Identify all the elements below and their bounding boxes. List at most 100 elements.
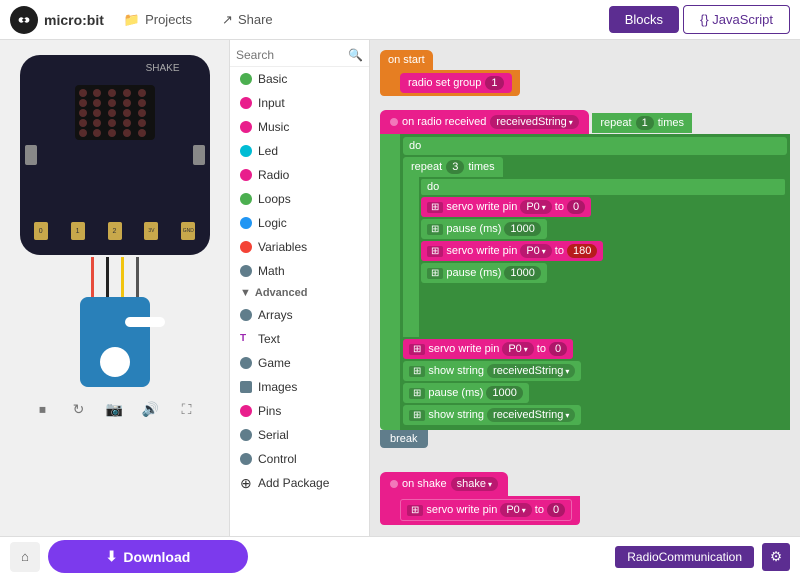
blocks-tab[interactable]: Blocks xyxy=(609,6,679,33)
received-string-dropdown-2[interactable]: receivedString▾ xyxy=(487,408,575,422)
basic-dot xyxy=(240,73,252,85)
led-2-4 xyxy=(123,99,131,107)
toolbox-arrays[interactable]: Arrays xyxy=(230,303,369,327)
pause-1000-block-3[interactable]: ⊞ pause (ms) 1000 xyxy=(403,383,529,403)
servo-write-shake-block[interactable]: ⊞ servo write pin P0▾ to 0 xyxy=(400,499,572,521)
servo-write-after-block[interactable]: ⊞ servo write pin P0▾ to 0 xyxy=(403,339,573,359)
on-shake-stack: on shake shake▾ ⊞ servo write pin P0▾ to… xyxy=(380,472,580,525)
show-string-block-1[interactable]: ⊞ show string receivedString▾ xyxy=(403,361,581,381)
times-label-1: times xyxy=(658,117,684,129)
on-radio-received-stack: on radio received receivedString ▾ repea… xyxy=(380,110,790,448)
control-dot xyxy=(240,453,252,465)
toolbox-radio[interactable]: Radio xyxy=(230,163,369,187)
toolbox-add-package[interactable]: ⊕ Add Package xyxy=(230,471,369,495)
pin-p0-dropdown-4[interactable]: P0▾ xyxy=(500,503,531,517)
break-block[interactable]: break xyxy=(380,430,428,448)
led-2-5 xyxy=(138,99,146,107)
servo-write-180-block[interactable]: ⊞ servo write pin P0▾ to 180 xyxy=(421,241,603,261)
projects-button[interactable]: 📁 Projects xyxy=(114,8,202,32)
code-workspace[interactable]: on start radio set group 1 on radio rece… xyxy=(370,40,800,536)
repeat-3-block[interactable]: repeat 3 times xyxy=(403,157,503,177)
pause-1000-block-2[interactable]: ⊞ pause (ms) 1000 xyxy=(421,263,547,283)
basic-label: Basic xyxy=(258,72,287,86)
to-label-3: to xyxy=(537,343,546,355)
javascript-tab[interactable]: {} JavaScript xyxy=(683,5,790,34)
repeat-1-block[interactable]: repeat 1 times xyxy=(592,113,692,133)
toolbox-images[interactable]: Images xyxy=(230,375,369,399)
stop-button[interactable]: ⏹ xyxy=(29,395,57,423)
led-2-2 xyxy=(93,99,101,107)
toolbox-control[interactable]: Control xyxy=(230,447,369,471)
received-string-dropdown[interactable]: receivedString ▾ xyxy=(490,115,578,129)
logic-label: Logic xyxy=(258,216,287,230)
download-icon: ⬇ xyxy=(106,548,118,565)
on-radio-received-block[interactable]: on radio received receivedString ▾ xyxy=(380,110,589,134)
game-label: Game xyxy=(258,356,291,370)
on-radio-received-label: on radio received xyxy=(402,116,486,128)
servo-write-0-label: servo write pin xyxy=(446,201,517,213)
servo-circle xyxy=(100,347,130,377)
led-5-4 xyxy=(123,129,131,137)
pin-p0-dropdown-3[interactable]: P0▾ xyxy=(502,342,533,356)
pause-label-3: pause (ms) xyxy=(428,387,483,399)
received-string-value: receivedString xyxy=(496,116,566,128)
logo-icon xyxy=(10,6,38,34)
repeat-label: repeat xyxy=(600,117,631,129)
toolbox-advanced[interactable]: ▼ Advanced xyxy=(230,283,369,303)
led-label: Led xyxy=(258,144,278,158)
toolbox-game[interactable]: Game xyxy=(230,351,369,375)
toolbox-basic[interactable]: Basic xyxy=(230,67,369,91)
toolbox-variables[interactable]: Variables xyxy=(230,235,369,259)
toolbox-serial[interactable]: Serial xyxy=(230,423,369,447)
arrays-dot xyxy=(240,309,252,321)
search-input[interactable] xyxy=(236,48,348,62)
pause-1000-block-1[interactable]: ⊞ pause (ms) 1000 xyxy=(421,219,547,239)
led-5-1 xyxy=(79,129,87,137)
repeat-3-inner: do ⊞ servo write pin P0▾ to 0 xyxy=(419,177,787,337)
project-name-tag: RadioCommunication xyxy=(615,546,754,568)
show-string-block-2[interactable]: ⊞ show string receivedString▾ xyxy=(403,405,581,425)
on-shake-block[interactable]: on shake shake▾ xyxy=(380,472,508,496)
dropdown-arrow-icon: ▾ xyxy=(569,118,573,127)
radio-set-group-block[interactable]: radio set group 1 xyxy=(400,73,512,93)
servo-write-0-block[interactable]: ⊞ servo write pin P0▾ to 0 xyxy=(421,197,591,217)
pause-val-1: 1000 xyxy=(504,222,540,236)
shake-dropdown[interactable]: shake▾ xyxy=(451,477,498,491)
toolbox-logic[interactable]: Logic xyxy=(230,211,369,235)
led-matrix xyxy=(75,85,155,140)
received-string-dropdown-1[interactable]: receivedString▾ xyxy=(487,364,575,378)
pin-p0-dropdown-2[interactable]: P0▾ xyxy=(520,244,551,258)
project-menu-button[interactable]: ⚙ xyxy=(762,543,790,571)
toolbox-panel: 🔍 Basic Input Music Led Radio Loops Lo xyxy=(230,40,370,536)
pin-p0-dropdown-1[interactable]: P0▾ xyxy=(520,200,551,214)
on-start-block[interactable]: on start xyxy=(380,50,433,70)
music-label: Music xyxy=(258,120,289,134)
pin-0: 0 xyxy=(34,222,48,240)
variables-label: Variables xyxy=(258,240,307,254)
share-button[interactable]: ↗ Share xyxy=(212,8,283,32)
download-button[interactable]: ⬇ Download xyxy=(48,540,248,573)
pins-dot xyxy=(240,405,252,417)
grid-icon-5: ⊞ xyxy=(409,344,425,355)
button-b[interactable] xyxy=(193,145,205,165)
servo-val-shake: 0 xyxy=(547,503,565,517)
screenshot-button[interactable]: 📷 xyxy=(101,395,129,423)
repeat-3-indent xyxy=(403,177,419,337)
toolbox-music[interactable]: Music xyxy=(230,115,369,139)
toolbox-loops[interactable]: Loops xyxy=(230,187,369,211)
toolbox-led[interactable]: Led xyxy=(230,139,369,163)
fullscreen-button[interactable]: ⛶ xyxy=(173,395,201,423)
led-4-1 xyxy=(79,119,87,127)
do-label-2: do xyxy=(427,181,439,193)
home-button[interactable]: ⌂ xyxy=(10,542,40,572)
toolbox-text[interactable]: T Text xyxy=(230,327,369,351)
toolbox-pins[interactable]: Pins xyxy=(230,399,369,423)
toolbox-input[interactable]: Input xyxy=(230,91,369,115)
control-label: Control xyxy=(258,452,297,466)
toolbox-math[interactable]: Math xyxy=(230,259,369,283)
to-label-1: to xyxy=(555,201,564,213)
button-a[interactable] xyxy=(25,145,37,165)
sound-button[interactable]: 🔊 xyxy=(137,395,165,423)
refresh-button[interactable]: ↻ xyxy=(65,395,93,423)
loops-label: Loops xyxy=(258,192,291,206)
